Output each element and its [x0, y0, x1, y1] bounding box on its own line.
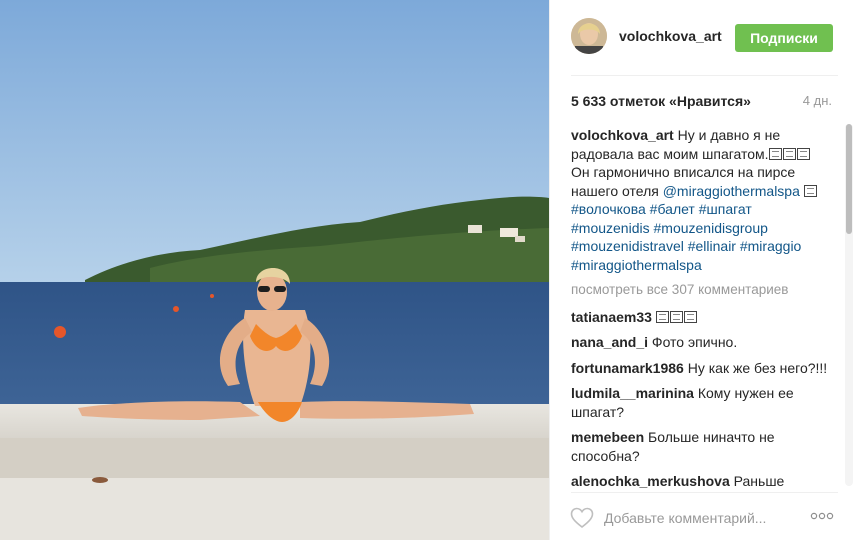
comment-text: Ну как же без него?!!!	[687, 359, 828, 376]
comment-username[interactable]: fortunamark1986	[571, 360, 684, 376]
comment-text: Фото эпично.	[651, 334, 738, 350]
caption: volochkova_art Ну и давно я не радовала …	[571, 126, 833, 274]
comment-item: nana_and_i Фото эпично.	[571, 333, 833, 352]
divider	[571, 492, 838, 493]
more-options-icon[interactable]	[810, 512, 834, 520]
add-comment-input[interactable]	[604, 510, 794, 526]
emoji-glyphs	[655, 309, 698, 325]
avatar[interactable]	[571, 18, 607, 54]
comment-username[interactable]: tatianaem33	[571, 309, 652, 325]
comment-item: alenochka_merkushova Раньше никогда не з…	[571, 472, 833, 488]
comment-item: tatianaem33	[571, 308, 833, 327]
comments-list: volochkova_art Ну и давно я не радовала …	[571, 126, 833, 488]
emoji-glyph	[803, 183, 818, 199]
mention-link[interactable]: @miraggiothermalspa	[663, 183, 800, 199]
emoji-glyphs	[768, 146, 811, 162]
hashtags-line-4[interactable]: #miraggiothermalspa	[571, 257, 702, 273]
hashtags-line-3[interactable]: #mouzenidistravel #ellinair #miraggio	[571, 238, 801, 254]
view-all-comments-link[interactable]: посмотреть все 307 комментариев	[571, 281, 833, 300]
comment-item: ludmila__marinina Кому нужен ее шпагат?	[571, 384, 833, 421]
heart-icon[interactable]	[570, 507, 594, 529]
hashtags-line-2[interactable]: #mouzenidis #mouzenidisgroup	[571, 220, 768, 236]
comment-username[interactable]: alenochka_merkushova	[571, 473, 730, 488]
hashtags-line-1[interactable]: #волочкова #балет #шпагат	[571, 201, 752, 217]
divider	[571, 75, 838, 76]
comment-item: memebeen Больше ниначто не способна?	[571, 428, 833, 465]
likes-count[interactable]: 5 633 отметок «Нравится»	[571, 93, 751, 109]
post-age[interactable]: 4 дн.	[803, 93, 832, 108]
post-photo[interactable]	[0, 0, 549, 540]
post-author-username[interactable]: volochkova_art	[619, 28, 722, 44]
caption-username[interactable]: volochkova_art	[571, 127, 674, 143]
comments-scrollbar[interactable]	[845, 124, 853, 486]
scrollbar-thumb[interactable]	[846, 124, 852, 234]
post-sidebar: volochkova_art Подписки 5 633 отметок «Н…	[549, 0, 858, 540]
comment-username[interactable]: memebeen	[571, 429, 644, 445]
post-header: volochkova_art Подписки	[550, 0, 858, 75]
comment-item: fortunamark1986 Ну как же без него?!!!	[571, 359, 833, 378]
comment-username[interactable]: ludmila__marinina	[571, 385, 694, 401]
avatar-image	[571, 18, 607, 54]
photo-illustration	[0, 0, 549, 540]
post-viewer: volochkova_art Подписки 5 633 отметок «Н…	[0, 0, 858, 540]
follow-button[interactable]: Подписки	[735, 24, 833, 52]
comment-username[interactable]: nana_and_i	[571, 334, 648, 350]
